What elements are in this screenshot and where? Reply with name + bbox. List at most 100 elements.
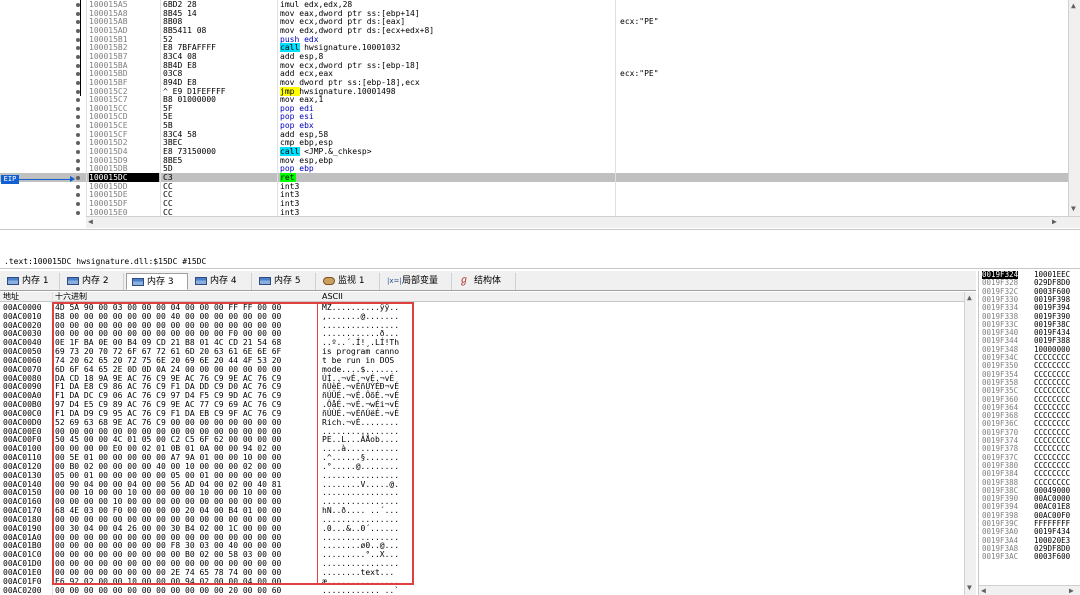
- tab-label: 监视 1: [338, 276, 365, 286]
- instruction-address: 100015C2: [89, 86, 128, 96]
- disassembly-horizontal-scrollbar[interactable]: ◀ ▶: [86, 216, 1080, 228]
- instruction-bytes: CC: [163, 181, 173, 191]
- tab-memory-2[interactable]: 内存 2: [62, 273, 124, 290]
- scroll-right-icon[interactable]: ▶: [1069, 586, 1074, 595]
- memory-dump-pane[interactable]: 地址 十六进制 ASCII 00AC0000 4D 5A 90 00 03 00 …: [0, 292, 976, 595]
- local-vars-icon: |x=|: [387, 277, 402, 285]
- column-divider: [86, 0, 87, 216]
- memory-icon: [195, 277, 207, 285]
- instruction-text: mov ecx,dword ptr ds:[eax]: [280, 17, 406, 27]
- instruction-bytes: B8 01000000: [163, 95, 216, 105]
- instruction-text: int3: [280, 181, 300, 191]
- breakpoint-dot-icon[interactable]: [76, 201, 80, 206]
- tab-label: 结构体: [474, 276, 502, 286]
- breakpoint-dot-icon[interactable]: [76, 184, 80, 189]
- instruction-text: cmp ebp,esp: [280, 138, 333, 148]
- breakpoint-dot-icon[interactable]: [76, 158, 80, 163]
- scroll-left-icon[interactable]: ◀: [981, 586, 986, 595]
- breakpoint-dot-icon[interactable]: [76, 124, 80, 129]
- stack-value: 0003F600: [1034, 552, 1071, 562]
- tab-struct[interactable]: ℊ 结构体: [454, 273, 516, 290]
- ascii-column-header: ASCII: [322, 292, 343, 301]
- instruction-bytes: 52: [163, 34, 173, 44]
- stack-horizontal-scrollbar[interactable]: ◀ ▶: [979, 585, 1080, 595]
- instruction-bytes: 8B08: [163, 17, 183, 27]
- instruction-bytes: E8 7BFAFFFF: [163, 43, 216, 53]
- instruction-address: 100015D4: [89, 147, 128, 157]
- instruction-bytes: 8B4D E8: [163, 60, 197, 70]
- breakpoint-dot-icon[interactable]: [76, 176, 80, 180]
- scroll-down-icon[interactable]: ▼: [1071, 204, 1076, 214]
- tab-local-variables[interactable]: |x=| 局部变量: [382, 273, 452, 290]
- instruction-text: jmp hwsignature.10001498: [280, 86, 610, 96]
- instruction-bytes: 5F: [163, 103, 173, 113]
- tab-label: 内存 5: [274, 276, 301, 286]
- instruction-text: mov edx,dword ptr ds:[ecx+edx+8]: [280, 25, 435, 35]
- highlight-frame-divider: [317, 302, 318, 585]
- breakpoint-dot-icon[interactable]: [76, 141, 80, 146]
- instruction-address: 100015DC: [89, 173, 159, 182]
- instruction-address: 100015D9: [89, 155, 128, 165]
- breakpoint-dot-icon[interactable]: [76, 210, 80, 215]
- tab-memory-3[interactable]: 内存 3: [126, 273, 188, 290]
- scroll-down-icon[interactable]: ▼: [967, 583, 972, 593]
- column-divider: [615, 0, 616, 216]
- instruction-text: int3: [280, 190, 300, 200]
- column-divider: [160, 0, 161, 216]
- instruction-address: 100015B7: [89, 51, 128, 61]
- instruction-text: imul edx,edx,28: [280, 0, 353, 9]
- breakpoint-dot-icon[interactable]: [76, 167, 80, 172]
- dump-tab-bar: 内存 1 内存 2 内存 3 内存 4 内存 5 监视 1 |x=| 局部变量 …: [0, 271, 976, 291]
- scroll-right-icon[interactable]: ▶: [1052, 217, 1057, 227]
- tab-memory-1[interactable]: 内存 1: [2, 273, 60, 290]
- eip-arrowhead-icon: [70, 176, 75, 182]
- tab-label: 内存 3: [147, 277, 174, 287]
- scroll-up-icon[interactable]: ▲: [967, 293, 972, 303]
- instruction-bytes: 6BD2 28: [163, 0, 197, 9]
- dump-address: 00AC0200: [3, 585, 42, 595]
- memory-icon: [7, 277, 19, 285]
- eip-arrow: [19, 179, 71, 180]
- instruction-text: push edx: [280, 34, 319, 44]
- scroll-up-icon[interactable]: ▲: [1071, 1, 1076, 11]
- breakpoint-dot-icon[interactable]: [76, 98, 80, 103]
- instruction-text: int3: [280, 207, 300, 216]
- dump-hex-bytes[interactable]: 00 00 00 00 00 00 00 00 00 00 00 00 20 0…: [55, 586, 281, 595]
- breakpoint-dot-icon[interactable]: [76, 150, 80, 155]
- breakpoint-dot-icon[interactable]: [76, 106, 80, 111]
- dump-vertical-scrollbar[interactable]: ▲ ▼: [964, 292, 976, 595]
- dump-row[interactable]: 00AC0200 00 00 00 00 00 00 00 00 00 00 00…: [0, 586, 964, 595]
- stack-row[interactable]: 0019F3AC 0003F600: [979, 552, 1080, 562]
- breakpoint-dot-icon[interactable]: [76, 132, 80, 137]
- instruction-address: 100015AB: [89, 17, 128, 27]
- stack-address: 0019F3AC: [982, 552, 1019, 562]
- dump-header: 地址 十六进制 ASCII: [0, 292, 964, 302]
- stack-pane[interactable]: 0019F324 10001EEC 0019F328 029DF8D0 0019F32C…: [978, 271, 1080, 595]
- instruction-bytes: 8B45 14: [163, 8, 197, 18]
- instruction-text: pop ebx: [280, 121, 314, 131]
- watch-icon: [323, 277, 335, 285]
- instruction-bytes: C3: [163, 173, 173, 182]
- disassembly-vertical-scrollbar[interactable]: ▲ ▼: [1068, 0, 1080, 216]
- instruction-comment: ecx:"PE": [620, 69, 659, 79]
- breakpoint-dot-icon[interactable]: [76, 193, 80, 198]
- scroll-left-icon[interactable]: ◀: [88, 217, 93, 227]
- instruction-address: 100015DD: [89, 181, 128, 191]
- tab-watch-1[interactable]: 监视 1: [318, 273, 380, 290]
- instruction-text: call <JMP.&_chkesp>: [280, 147, 610, 157]
- instruction-bytes: 8B5411 08: [163, 25, 207, 35]
- dump-ascii[interactable]: ............ ..`: [322, 586, 399, 595]
- info-panel: .text:100015DC hwsignature.dll:$15DC #15…: [0, 231, 1080, 269]
- eip-marker: EIP: [1, 175, 19, 184]
- instruction-address: 100015CF: [89, 129, 128, 139]
- instruction-text: add ecx,eax: [280, 69, 333, 79]
- tab-memory-4[interactable]: 内存 4: [190, 273, 252, 290]
- disassembly-pane[interactable]: 100015A5 6BD2 28 imul edx,edx,28 100015A8 8B…: [0, 0, 1080, 230]
- memory-icon: [67, 277, 79, 285]
- instruction-text: int3: [280, 198, 300, 208]
- instruction-bytes: CC: [163, 198, 173, 208]
- breakpoint-dot-icon[interactable]: [76, 115, 80, 120]
- instruction-bytes: CC: [163, 207, 173, 216]
- instruction-text: pop edi: [280, 103, 314, 113]
- tab-memory-5[interactable]: 内存 5: [254, 273, 316, 290]
